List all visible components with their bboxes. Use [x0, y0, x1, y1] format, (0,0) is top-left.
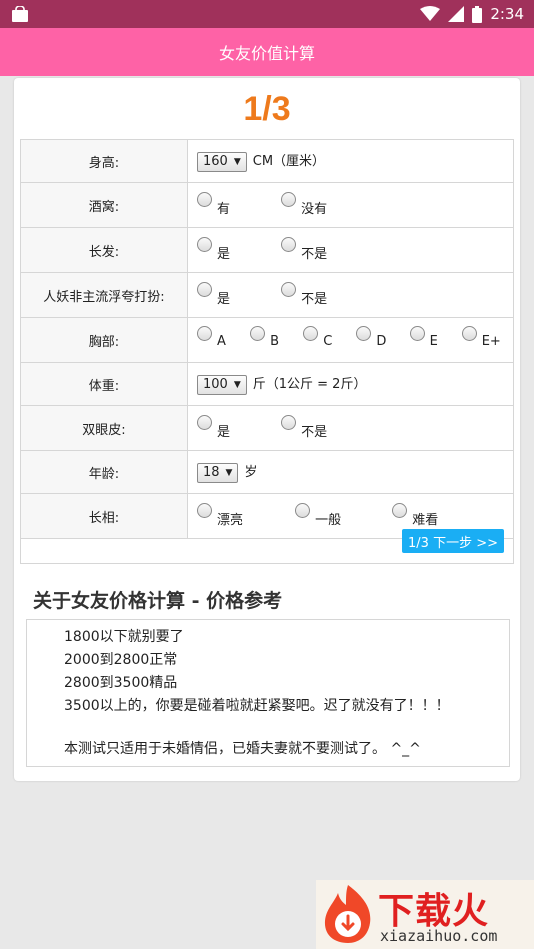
next-step-button[interactable]: 1/3 下一步 >> — [402, 529, 504, 553]
radio-circle[interactable] — [281, 191, 297, 207]
status-bar: 2:34 — [0, 0, 534, 28]
age-unit: 岁 — [244, 465, 258, 481]
radio-chest-c[interactable]: C — [303, 325, 352, 349]
reference-note: 本测试只适用于未婚情侣，已婚夫妻就不要测试了。 ^_^ — [64, 741, 421, 757]
app-title-bar: 女友价值计算 — [0, 28, 534, 76]
radio-circle[interactable] — [197, 236, 212, 252]
radio-circle[interactable] — [281, 236, 297, 252]
reference-line: 2800到3500精品 — [64, 675, 178, 691]
price-reference-box: 1800以下就别要了 2000到2800正常 2800到3500精品 3500以… — [26, 619, 510, 767]
radio-circle[interactable] — [295, 502, 311, 518]
main-card: 1/3 身高: 160 ▼ CM（厘米） 酒窝: 有 没有 长发: 是 不是 人妖非… — [14, 78, 520, 781]
form-row-dimples: 酒窝: 有 没有 — [20, 182, 514, 228]
radio-circle[interactable] — [303, 325, 319, 341]
weight-select[interactable]: 100 ▼ — [197, 374, 247, 395]
form-row-double-eyelid: 双眼皮: 是 不是 — [20, 405, 514, 451]
label-age: 年龄: — [20, 450, 188, 494]
label-long-hair: 长发: — [20, 227, 188, 273]
radio-chest-a[interactable]: A — [197, 325, 246, 349]
reference-line: 1800以下就别要了 — [64, 629, 184, 645]
label-dress-style: 人妖非主流浮夸打扮: — [20, 272, 188, 318]
radio-chest-e[interactable]: E — [409, 325, 458, 349]
status-time: 2:34 — [490, 5, 524, 23]
radio-circle[interactable] — [197, 191, 212, 207]
radio-circle[interactable] — [356, 325, 372, 341]
label-double-eyelid: 双眼皮: — [20, 405, 188, 451]
about-title: 关于女友价格计算 - 价格参考 — [33, 590, 283, 612]
signal-icon — [448, 6, 465, 22]
form-row-dress-style: 人妖非主流浮夸打扮: 是 不是 — [20, 272, 514, 318]
height-unit: CM（厘米） — [252, 154, 326, 170]
label-chest: 胸部: — [20, 317, 188, 363]
reference-line: 2000到2800正常 — [64, 652, 178, 668]
app-title: 女友价值计算 — [218, 44, 315, 63]
shopping-bag-icon — [12, 6, 28, 22]
radio-circle[interactable] — [197, 414, 212, 430]
radio-circle[interactable] — [409, 325, 425, 341]
form-row-chest: 胸部: A B C D E E+ — [20, 317, 514, 363]
radio-circle[interactable] — [281, 414, 297, 430]
radio-dimples-no[interactable]: 没有 — [281, 191, 327, 217]
radio-circle[interactable] — [281, 281, 297, 297]
radio-dress-style-yes[interactable]: 是 — [197, 281, 277, 307]
watermark-logo: 下载火 xiazaihuo.com — [316, 880, 534, 949]
radio-dimples-yes[interactable]: 有 — [197, 191, 277, 217]
label-dimples: 酒窝: — [20, 182, 188, 228]
wifi-icon — [420, 6, 441, 21]
radio-long-hair-yes[interactable]: 是 — [197, 236, 277, 262]
radio-dress-style-no[interactable]: 不是 — [281, 281, 327, 307]
navigation-row: 1/3 下一步 >> — [20, 519, 514, 564]
radio-double-eyelid-no[interactable]: 不是 — [281, 414, 327, 440]
form-row-height: 身高: 160 ▼ CM（厘米） — [20, 139, 514, 183]
flame-download-icon — [324, 885, 371, 943]
height-select[interactable]: 160 ▼ — [197, 151, 247, 172]
radio-chest-e-plus[interactable]: E+ — [461, 325, 501, 349]
radio-chest-d[interactable]: D — [356, 325, 405, 349]
page-indicator: 1/3 — [243, 90, 291, 128]
radio-circle[interactable] — [197, 281, 212, 297]
radio-long-hair-no[interactable]: 不是 — [281, 236, 327, 262]
form-row-age: 年龄: 18 ▼ 岁 — [20, 450, 514, 494]
radio-circle[interactable] — [461, 325, 477, 341]
radio-circle[interactable] — [197, 325, 212, 341]
label-weight: 体重: — [20, 362, 188, 406]
questionnaire-table: 身高: 160 ▼ CM（厘米） 酒窝: 有 没有 长发: 是 不是 人妖非主流浮夸… — [20, 139, 514, 539]
chevron-down-icon: ▼ — [225, 467, 233, 478]
radio-circle[interactable] — [197, 502, 212, 518]
form-row-long-hair: 长发: 是 不是 — [20, 227, 514, 273]
battery-icon — [472, 5, 483, 23]
radio-chest-b[interactable]: B — [250, 325, 299, 349]
radio-circle[interactable] — [250, 325, 266, 341]
reference-line: 3500以上的，你要是碰着啦就赶紧娶吧。迟了就没有了！！！ — [64, 698, 450, 714]
watermark-url: xiazaihuo.com — [380, 927, 498, 945]
radio-circle[interactable] — [392, 502, 408, 518]
chevron-down-icon: ▼ — [233, 156, 241, 167]
weight-unit: 斤（1公斤 = 2斤） — [252, 377, 367, 393]
label-height: 身高: — [20, 139, 188, 183]
radio-double-eyelid-yes[interactable]: 是 — [197, 414, 277, 440]
chevron-down-icon: ▼ — [233, 379, 241, 390]
age-select[interactable]: 18 ▼ — [197, 462, 239, 483]
form-row-weight: 体重: 100 ▼ 斤（1公斤 = 2斤） — [20, 362, 514, 406]
